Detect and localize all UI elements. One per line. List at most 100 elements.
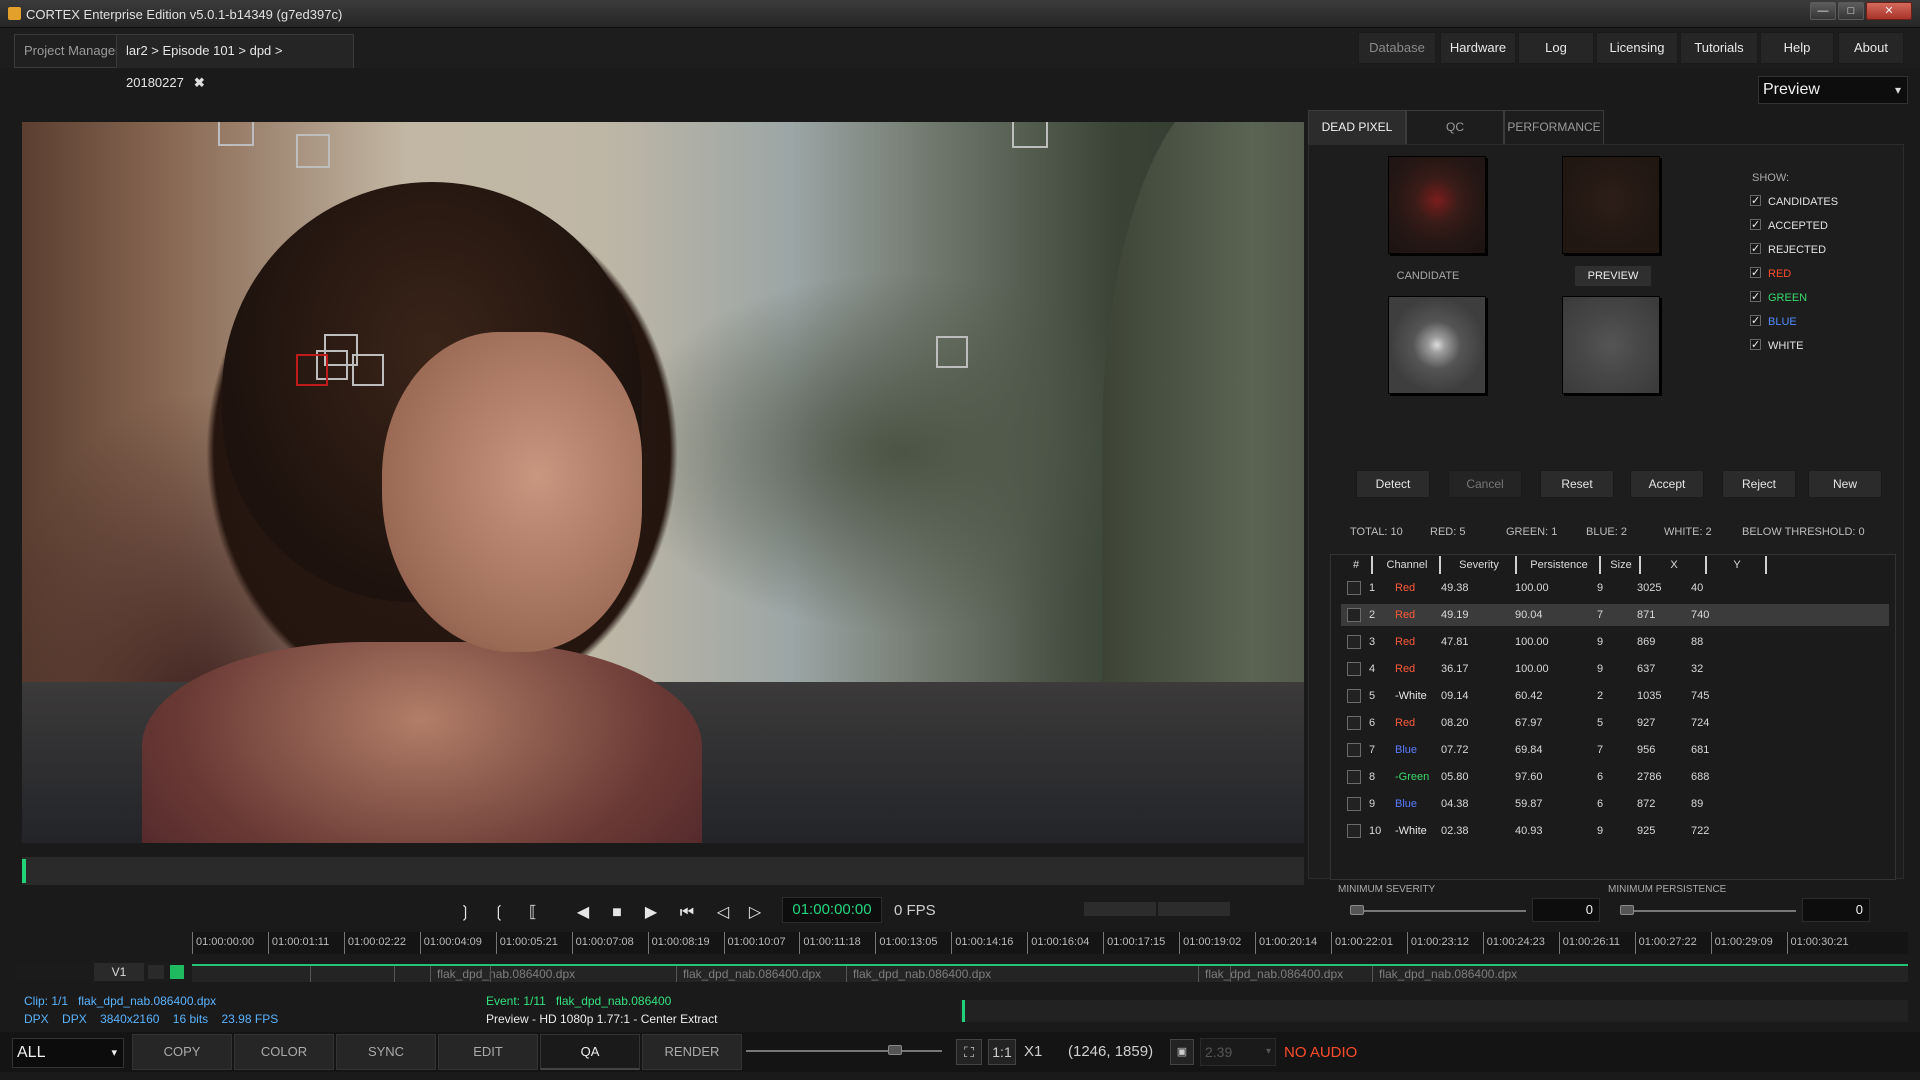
track-enable-toggle[interactable]	[170, 965, 184, 979]
show-blue-checkbox[interactable]: BLUE	[1750, 313, 1797, 330]
show-green-checkbox[interactable]: GREEN	[1750, 289, 1807, 306]
min-severity-input[interactable]: 0	[1532, 898, 1600, 922]
filter-select[interactable]: ALL ▾	[12, 1038, 124, 1068]
row-checkbox[interactable]	[1347, 689, 1361, 703]
clip-segment[interactable]: flak_dpd_nab.086400.dpx	[1198, 966, 1343, 982]
column-header[interactable]: Channel	[1375, 556, 1441, 574]
prev-frame-icon[interactable]: ◀	[570, 900, 596, 926]
nav-about[interactable]: About	[1838, 32, 1904, 64]
table-row[interactable]: 4 Red 36.17 100.00 9 637 32	[1341, 658, 1889, 680]
table-row[interactable]: 7 Blue 07.72 69.84 7 956 681	[1341, 739, 1889, 761]
show-rejected-checkbox[interactable]: REJECTED	[1750, 241, 1826, 258]
show-red-checkbox[interactable]: RED	[1750, 265, 1791, 282]
table-row[interactable]: 1 Red 49.38 100.00 9 3025 40	[1341, 577, 1889, 599]
reset-button[interactable]: Reset	[1540, 470, 1614, 498]
min-persistence-knob[interactable]	[1620, 905, 1634, 915]
mode-copy-button[interactable]: COPY	[132, 1034, 232, 1070]
preview-button[interactable]: PREVIEW	[1575, 266, 1651, 286]
stop-icon[interactable]: ■	[604, 900, 630, 926]
close-tab-icon[interactable]: ✖	[194, 75, 205, 90]
min-severity-slider[interactable]	[1350, 910, 1526, 912]
detect-button[interactable]: Detect	[1356, 470, 1430, 498]
dead-pixel-marker[interactable]	[1012, 122, 1048, 148]
table-row[interactable]: 2 Red 49.19 90.04 7 871 740	[1341, 604, 1889, 626]
show-white-checkbox[interactable]: WHITE	[1750, 337, 1803, 354]
goto-start-icon[interactable]: ⏮	[674, 900, 700, 926]
column-header[interactable]: X	[1643, 556, 1707, 574]
track-label-v1[interactable]: V1	[94, 963, 144, 981]
nav-database[interactable]: Database	[1358, 32, 1436, 64]
dead-pixel-marker[interactable]	[218, 122, 254, 146]
min-severity-knob[interactable]	[1350, 905, 1364, 915]
table-row[interactable]: 6 Red 08.20 67.97 5 927 724	[1341, 712, 1889, 734]
new-button[interactable]: New	[1808, 470, 1882, 498]
table-row[interactable]: 10 -White 02.38 40.93 9 925 722	[1341, 820, 1889, 842]
row-checkbox[interactable]	[1347, 716, 1361, 730]
tab-qc[interactable]: QC	[1406, 110, 1504, 145]
clip-segment[interactable]: flak_dpd_nab.086400.dpx	[1372, 966, 1517, 982]
mode-edit-button[interactable]: EDIT	[438, 1034, 538, 1070]
video-viewer[interactable]	[22, 122, 1304, 843]
tab-breadcrumb[interactable]: lar2 > Episode 101 > dpd > 20180227 ✖	[116, 34, 354, 90]
mode-color-button[interactable]: COLOR	[234, 1034, 334, 1070]
show-accepted-checkbox[interactable]: ACCEPTED	[1750, 217, 1828, 234]
table-row[interactable]: 5 -White 09.14 60.42 2 1035 745	[1341, 685, 1889, 707]
mark-in-out-button[interactable]: ⟦	[520, 900, 546, 926]
scrub-bar[interactable]	[22, 857, 1304, 885]
mode-render-button[interactable]: RENDER	[642, 1034, 742, 1070]
timeline-ruler[interactable]: 01:00:00:00 01:00:01:11 01:00:02:22 01:00:0…	[192, 932, 1908, 954]
nav-hardware[interactable]: Hardware	[1440, 32, 1516, 64]
column-header[interactable]: Persistence	[1519, 556, 1601, 574]
video-track[interactable]: flak_dpd_nab.086400.dpx flak_dpd_nab.0864…	[192, 964, 1908, 982]
maximize-button[interactable]: □	[1838, 2, 1864, 20]
play-icon[interactable]: ▶	[638, 900, 664, 926]
row-checkbox[interactable]	[1347, 581, 1361, 595]
tab-performance[interactable]: PERFORMANCE	[1504, 110, 1604, 145]
reject-button[interactable]: Reject	[1722, 470, 1796, 498]
accept-button[interactable]: Accept	[1630, 470, 1704, 498]
row-checkbox[interactable]	[1347, 635, 1361, 649]
column-header[interactable]: Severity	[1443, 556, 1517, 574]
table-row[interactable]: 9 Blue 04.38 59.87 6 872 89	[1341, 793, 1889, 815]
mode-qa-button[interactable]: QA	[540, 1034, 640, 1070]
step-back-icon[interactable]: ◁	[710, 900, 736, 926]
timecode-display[interactable]: 01:00:00:00	[782, 897, 882, 923]
clip-segment[interactable]: flak_dpd_nab.086400.dpx	[846, 966, 991, 982]
dead-pixel-marker[interactable]	[352, 354, 384, 386]
preview-select[interactable]: Preview ▾	[1758, 76, 1908, 104]
show-candidates-checkbox[interactable]: CANDIDATES	[1750, 193, 1838, 210]
clip-segment[interactable]: flak_dpd_nab.086400.dpx	[430, 966, 575, 982]
clip-segment[interactable]: flak_dpd_nab.086400.dpx	[676, 966, 821, 982]
column-header[interactable]: #	[1341, 556, 1373, 574]
zoom-1to1-button[interactable]: 1:1	[988, 1039, 1016, 1065]
aspect-ratio-select[interactable]: 2.39 ▾	[1200, 1038, 1276, 1066]
close-window-button[interactable]: ✕	[1866, 2, 1912, 20]
nav-tutorials[interactable]: Tutorials	[1680, 32, 1758, 64]
column-header[interactable]: Y	[1709, 556, 1767, 574]
mark-out-button[interactable]: ❳	[452, 900, 478, 926]
playhead[interactable]	[22, 859, 26, 883]
table-row[interactable]: 3 Red 47.81 100.00 9 869 88	[1341, 631, 1889, 653]
min-persistence-slider[interactable]	[1620, 910, 1796, 912]
column-header[interactable]: Size	[1603, 556, 1641, 574]
zoom-slider-knob[interactable]	[888, 1045, 902, 1055]
row-checkbox[interactable]	[1347, 824, 1361, 838]
row-checkbox[interactable]	[1347, 608, 1361, 622]
dead-pixel-marker-selected[interactable]	[296, 354, 328, 386]
row-checkbox[interactable]	[1347, 770, 1361, 784]
row-checkbox[interactable]	[1347, 662, 1361, 676]
mode-sync-button[interactable]: SYNC	[336, 1034, 436, 1070]
tab-project-manager[interactable]: Project Manager	[14, 34, 130, 68]
zoom-slider[interactable]	[746, 1050, 942, 1052]
dead-pixel-marker[interactable]	[296, 134, 330, 168]
track-lock-toggle[interactable]	[148, 965, 164, 979]
row-checkbox[interactable]	[1347, 743, 1361, 757]
min-persistence-input[interactable]: 0	[1802, 898, 1870, 922]
aspect-mask-icon[interactable]: ▣	[1170, 1039, 1194, 1065]
step-forward-icon[interactable]: ▷	[742, 900, 768, 926]
dead-pixel-marker[interactable]	[936, 336, 968, 368]
cancel-button[interactable]: Cancel	[1448, 470, 1522, 498]
row-checkbox[interactable]	[1347, 797, 1361, 811]
table-row[interactable]: 8 -Green 05.80 97.60 6 2786 688	[1341, 766, 1889, 788]
minimize-button[interactable]: —	[1810, 2, 1836, 20]
